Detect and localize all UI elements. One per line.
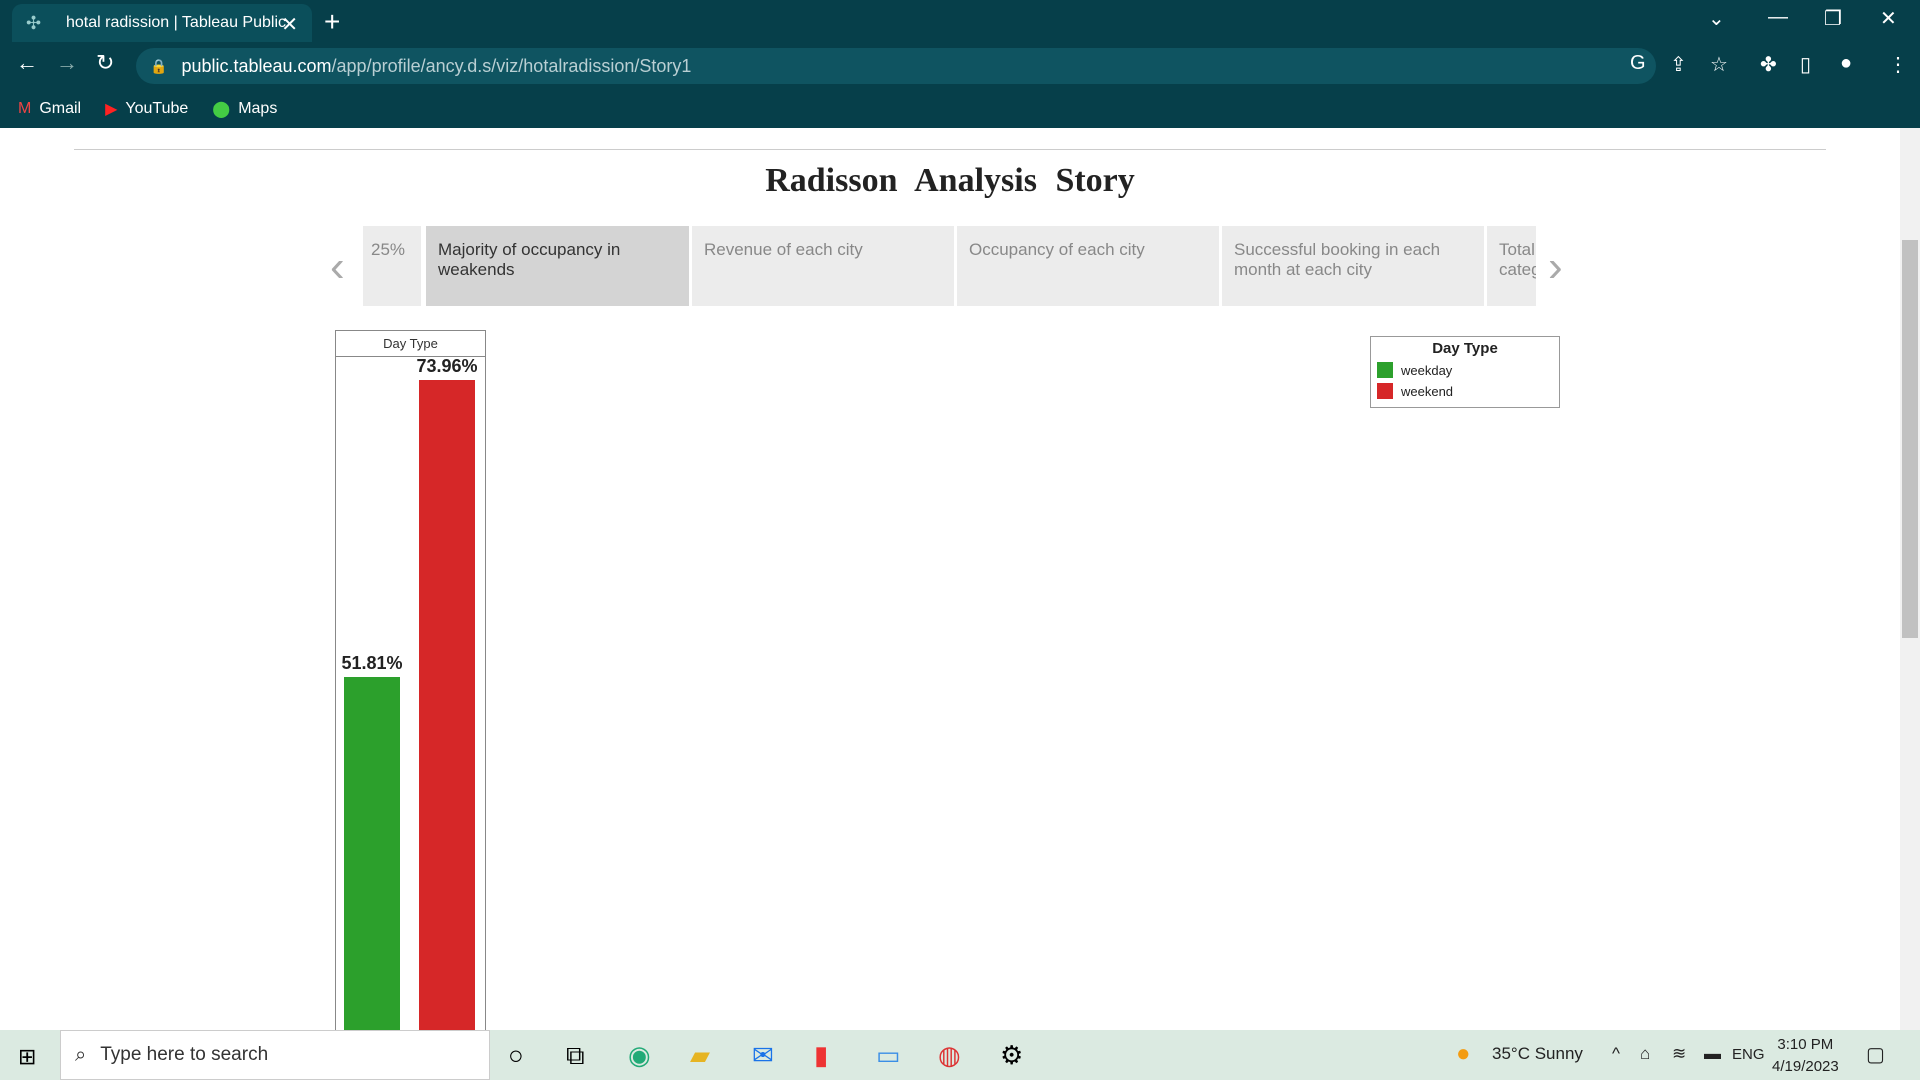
prev-story-point-icon[interactable]: ‹ bbox=[330, 242, 345, 292]
side-panel-icon[interactable]: ▯ bbox=[1800, 52, 1811, 77]
legend-item-weekend[interactable]: weekend bbox=[1377, 383, 1559, 399]
maps-pin-icon: ⬤ bbox=[212, 101, 231, 118]
bookmarks-bar: M Gmail ▶ YouTube ⬤ Maps bbox=[0, 90, 1920, 128]
legend-item-weekday[interactable]: weekday bbox=[1377, 362, 1559, 378]
youtube-icon: ▶ bbox=[105, 101, 118, 118]
menu-icon[interactable]: ⋮ bbox=[1888, 52, 1908, 77]
edge-icon[interactable]: ◉ bbox=[628, 1040, 651, 1071]
share-icon[interactable]: ⇪ bbox=[1670, 52, 1687, 77]
tableau-favicon-icon: ✣ bbox=[26, 13, 42, 33]
forward-icon[interactable]: → bbox=[56, 50, 78, 76]
browser-tab[interactable]: ✣ hotal radission | Tableau Public ✕ bbox=[12, 4, 312, 42]
bookmark-maps[interactable]: ⬤ Maps bbox=[212, 99, 277, 119]
network-icon[interactable]: ⌂ bbox=[1640, 1044, 1650, 1064]
story-point[interactable]: Revenue of each city bbox=[692, 226, 954, 306]
address-bar[interactable]: 🔒 public.tableau.com/app/profile/ancy.d.… bbox=[136, 48, 1656, 84]
weather-text[interactable]: 35°C Sunny bbox=[1492, 1044, 1583, 1064]
bar-weekend[interactable] bbox=[419, 379, 475, 1030]
windows-taskbar: ⊞ ⌕ Type here to search ○ ⧉ ◉ ▰ ✉ ▮ ▭ ◍ … bbox=[0, 1030, 1920, 1080]
restore-icon[interactable]: ❐ bbox=[1824, 6, 1842, 31]
story-point[interactable]: 25% bbox=[363, 226, 421, 306]
bar-chart: Day Type 51.81% 73.96% bbox=[335, 330, 486, 1030]
story-point-active[interactable]: Majority of occupancy in weakends bbox=[426, 226, 689, 306]
chrome-icon[interactable]: ◍ bbox=[938, 1040, 961, 1071]
search-icon: ⌕ bbox=[75, 1043, 87, 1066]
bar-weekday[interactable] bbox=[344, 676, 400, 1030]
taskbar-search[interactable]: ⌕ Type here to search bbox=[60, 1030, 490, 1080]
legend-title: Day Type bbox=[1432, 340, 1498, 357]
laptop-app-icon[interactable]: ▭ bbox=[876, 1040, 901, 1071]
bookmark-gmail[interactable]: M Gmail bbox=[18, 100, 81, 118]
close-window-icon[interactable]: ✕ bbox=[1880, 6, 1897, 31]
page-content: Radisson Analysis Story ‹ 25% Majority o… bbox=[0, 128, 1920, 1030]
tab-bar: ✣ hotal radission | Tableau Public ✕ + ⌄… bbox=[0, 0, 1920, 42]
chart-header: Day Type bbox=[336, 331, 485, 357]
story-point[interactable]: Total categ bbox=[1487, 226, 1536, 306]
weather-sun-icon[interactable]: ● bbox=[1456, 1040, 1471, 1068]
profile-avatar[interactable]: ● bbox=[1840, 52, 1852, 75]
viz-header-strip bbox=[74, 128, 1826, 150]
task-view-icon[interactable]: ⧉ bbox=[566, 1040, 585, 1072]
cortana-icon[interactable]: ○ bbox=[508, 1040, 524, 1071]
bar-label-weekend: 73.96% bbox=[416, 355, 478, 376]
back-icon[interactable]: ← bbox=[16, 50, 38, 76]
windows-start-icon[interactable]: ⊞ bbox=[18, 1044, 36, 1070]
legend-swatch bbox=[1377, 362, 1393, 378]
settings-gear-icon[interactable]: ⚙ bbox=[1000, 1040, 1023, 1071]
office-icon[interactable]: ▮ bbox=[814, 1040, 828, 1071]
tab-search-icon[interactable]: ⌄ bbox=[1708, 6, 1725, 31]
battery-icon[interactable]: ▬ bbox=[1704, 1044, 1721, 1064]
minimize-icon[interactable]: — bbox=[1768, 6, 1788, 29]
url-host: public.tableau.com bbox=[181, 55, 332, 76]
new-tab-icon[interactable]: + bbox=[324, 6, 340, 38]
reload-icon[interactable]: ↻ bbox=[96, 50, 114, 76]
close-tab-icon[interactable]: ✕ bbox=[281, 12, 298, 37]
gmail-icon: M bbox=[18, 100, 32, 117]
story-point[interactable]: Successful booking in each month at each… bbox=[1222, 226, 1484, 306]
mail-icon[interactable]: ✉ bbox=[752, 1040, 774, 1071]
language-indicator[interactable]: ENG bbox=[1732, 1046, 1765, 1063]
story-point[interactable]: Occupancy of each city bbox=[957, 226, 1219, 306]
bar-label-weekday: 51.81% bbox=[341, 652, 403, 673]
lock-icon: 🔒 bbox=[150, 57, 168, 74]
file-explorer-icon[interactable]: ▰ bbox=[690, 1040, 710, 1071]
next-story-point-icon[interactable]: › bbox=[1548, 242, 1563, 292]
scrollbar-thumb[interactable] bbox=[1902, 240, 1918, 638]
url-path: /app/profile/ancy.d.s/viz/hotalradission… bbox=[331, 55, 692, 76]
story-title: Radisson Analysis Story bbox=[765, 162, 1135, 199]
wifi-icon[interactable]: ≋ bbox=[1672, 1044, 1686, 1064]
browser-chrome: ✣ hotal radission | Tableau Public ✕ + ⌄… bbox=[0, 0, 1920, 128]
story-point-nav: 25% Majority of occupancy in weakends Re… bbox=[358, 226, 1536, 308]
bookmark-star-icon[interactable]: ☆ bbox=[1710, 52, 1728, 77]
legend-swatch bbox=[1377, 383, 1393, 399]
clock[interactable]: 3:10 PM 4/19/2023 bbox=[1772, 1034, 1839, 1078]
show-hidden-icons-icon[interactable]: ^ bbox=[1612, 1044, 1620, 1064]
notifications-icon[interactable]: ▢ bbox=[1866, 1042, 1885, 1067]
legend: Day Type weekday weekend bbox=[1370, 336, 1560, 408]
extensions-icon[interactable]: ✤ bbox=[1760, 52, 1777, 77]
google-icon[interactable]: G bbox=[1630, 52, 1646, 75]
tab-title: hotal radission | Tableau Public bbox=[66, 14, 286, 31]
bookmark-youtube[interactable]: ▶ YouTube bbox=[105, 99, 188, 119]
